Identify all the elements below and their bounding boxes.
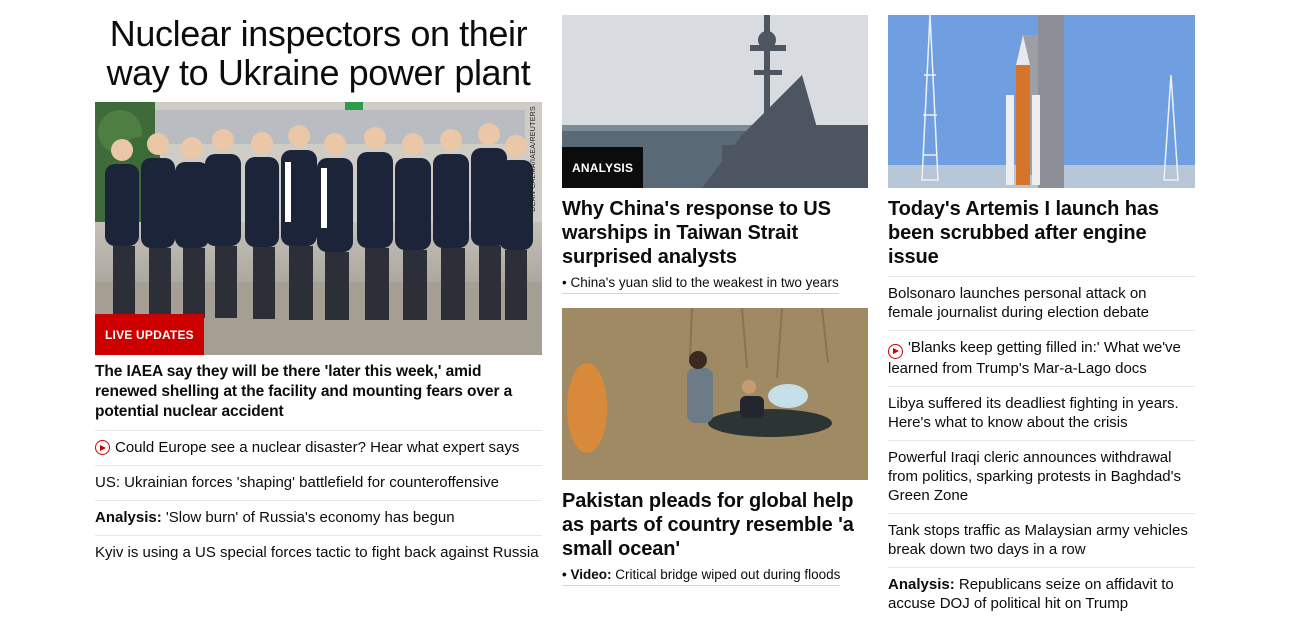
right-headline-list: Bolsonaro launches personal attack on fe… xyxy=(888,276,1195,621)
lead-story: Nuclear inspectors on their way to Ukrai… xyxy=(95,14,542,570)
link-bolsonaro[interactable]: Bolsonaro launches personal attack on fe… xyxy=(888,276,1195,330)
flood-photo[interactable] xyxy=(562,308,868,480)
china-yuan-link[interactable]: • China's yuan slid to the weakest in tw… xyxy=(562,274,839,294)
lead-summary[interactable]: The IAEA say they will be there 'later t… xyxy=(95,362,542,422)
link-trump-docs[interactable]: 'Blanks keep getting filled in:' What we… xyxy=(888,330,1195,386)
link-text: US: Ukrainian forces 'shaping' battlefie… xyxy=(95,474,500,491)
analysis-badge: ANALYSIS xyxy=(562,147,644,188)
play-video-icon xyxy=(888,343,903,359)
flood-illustration xyxy=(562,308,868,480)
right-column: Today's Artemis I launch has been scrubb… xyxy=(888,15,1195,621)
story-china: ANALYSIS Why China's response to US wars… xyxy=(562,15,868,294)
lead-headline[interactable]: Nuclear inspectors on their way to Ukrai… xyxy=(95,14,542,92)
pakistan-headline[interactable]: Pakistan pleads for global help as parts… xyxy=(562,489,868,561)
related-link-ukrainian-forces[interactable]: US: Ukrainian forces 'shaping' battlefie… xyxy=(95,465,542,500)
play-video-icon xyxy=(95,440,110,455)
link-text: Kyiv is using a US special forces tactic… xyxy=(95,544,539,561)
related-link-europe-nuclear[interactable]: Could Europe see a nuclear disaster? Hea… xyxy=(95,430,542,465)
related-link-kyiv-tactic[interactable]: Kyiv is using a US special forces tactic… xyxy=(95,535,542,570)
rocket-illustration xyxy=(888,15,1195,188)
link-iraqi-cleric[interactable]: Powerful Iraqi cleric announces withdraw… xyxy=(888,439,1195,513)
artemis-rocket-photo[interactable] xyxy=(888,15,1195,188)
story-pakistan: Pakistan pleads for global help as parts… xyxy=(562,308,868,586)
analysis-prefix: Analysis: xyxy=(95,509,162,526)
live-updates-badge: LIVE UPDATES xyxy=(95,314,204,355)
photo-credit: DEAN CALMA/IAEA/REUTERS xyxy=(530,106,537,212)
lead-related-links: Could Europe see a nuclear disaster? Hea… xyxy=(95,430,542,570)
link-malaysian-tank[interactable]: Tank stops traffic as Malaysian army veh… xyxy=(888,512,1195,567)
artemis-headline[interactable]: Today's Artemis I launch has been scrubb… xyxy=(888,197,1195,269)
analysis-prefix: Analysis: xyxy=(888,575,955,593)
link-text: 'Blanks keep getting filled in:' What we… xyxy=(888,339,1181,377)
link-text: 'Slow burn' of Russia's economy has begu… xyxy=(161,509,455,526)
link-text: Critical bridge wiped out during floods xyxy=(611,567,841,582)
link-republicans-affidavit[interactable]: Analysis: Republicans seize on affidavit… xyxy=(888,566,1195,621)
link-text: Could Europe see a nuclear disaster? Hea… xyxy=(115,439,520,456)
middle-column: ANALYSIS Why China's response to US wars… xyxy=(562,15,868,586)
related-link-russia-economy[interactable]: Analysis: 'Slow burn' of Russia's econom… xyxy=(95,500,542,535)
china-headline[interactable]: Why China's response to US warships in T… xyxy=(562,197,868,269)
link-libya[interactable]: Libya suffered its deadliest fighting in… xyxy=(888,385,1195,440)
lead-photo-inspectors[interactable]: DEAN CALMA/IAEA/REUTERS LIVE UPDATES xyxy=(95,102,542,355)
video-prefix: • Video: xyxy=(562,567,612,582)
bridge-video-link[interactable]: • Video: Critical bridge wiped out durin… xyxy=(562,566,841,586)
warship-photo[interactable]: ANALYSIS xyxy=(562,15,868,188)
